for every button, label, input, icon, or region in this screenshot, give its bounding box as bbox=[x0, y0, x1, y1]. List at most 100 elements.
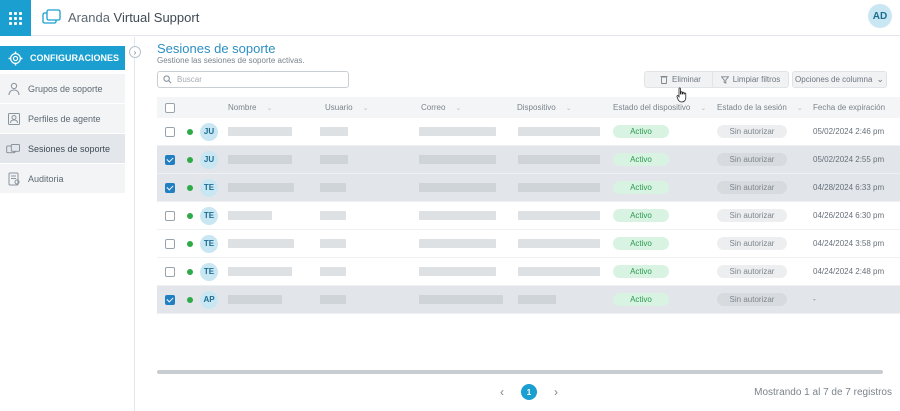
trash-icon bbox=[660, 76, 668, 84]
name-value-redacted bbox=[228, 295, 282, 304]
search-input[interactable] bbox=[177, 75, 337, 84]
table-row[interactable]: JU Activo Sin autorizar 05/02/2024 2:46 … bbox=[157, 118, 900, 146]
previous-page-button[interactable]: ‹ bbox=[497, 385, 507, 399]
row-checkbox[interactable] bbox=[165, 238, 175, 249]
column-header-nombre[interactable]: Nombre ⌄ bbox=[228, 97, 272, 118]
app-launcher-button[interactable] bbox=[0, 0, 31, 36]
gear-icon bbox=[8, 51, 23, 65]
sidebar-collapse-button[interactable]: › bbox=[129, 46, 141, 58]
row-checkbox[interactable] bbox=[165, 294, 175, 305]
audit-icon bbox=[6, 172, 21, 186]
online-status-dot bbox=[187, 128, 193, 135]
column-options-label: Opciones de columna bbox=[795, 75, 873, 84]
device-value-redacted bbox=[518, 295, 556, 304]
sidebar-item-perfiles-de-agente[interactable]: Perfiles de agente bbox=[0, 104, 125, 134]
session-status-badge: Sin autorizar bbox=[717, 293, 787, 306]
user-avatar: TE bbox=[200, 262, 218, 281]
clear-filters-label: Limpiar filtros bbox=[732, 75, 781, 84]
row-checkbox[interactable] bbox=[165, 182, 175, 193]
session-status-badge: Sin autorizar bbox=[717, 181, 787, 194]
sidebar-item-auditoria[interactable]: Auditoria bbox=[0, 164, 125, 194]
records-summary: Mostrando 1 al 7 de 7 registros bbox=[754, 387, 892, 398]
column-header-usuario[interactable]: Usuario ⌄ bbox=[325, 97, 368, 118]
device-value-redacted bbox=[518, 183, 600, 192]
table-row[interactable]: TE Activo Sin autorizar 04/24/2024 2:48 … bbox=[157, 258, 900, 286]
support-sessions-icon bbox=[6, 142, 21, 156]
horizontal-scrollbar[interactable] bbox=[157, 370, 883, 374]
expiration-date: 04/28/2024 6:33 pm bbox=[813, 183, 885, 192]
expiration-date: 05/02/2024 2:55 pm bbox=[813, 155, 885, 164]
table-row[interactable]: TE Activo Sin autorizar 04/28/2024 6:33 … bbox=[157, 174, 900, 202]
device-value-redacted bbox=[518, 267, 600, 276]
session-status-badge: Sin autorizar bbox=[717, 125, 787, 138]
chevron-down-icon: ⌄ bbox=[876, 74, 884, 84]
search-box[interactable] bbox=[157, 71, 349, 88]
session-status-badge: Sin autorizar bbox=[717, 209, 787, 222]
sidebar-section-header[interactable]: CONFIGURACIONES bbox=[0, 46, 125, 70]
delete-button[interactable]: Eliminar bbox=[644, 71, 717, 88]
device-status-badge: Activo bbox=[613, 153, 669, 166]
column-header-estado-dispositivo[interactable]: Estado del dispositivo ⌄ bbox=[613, 97, 706, 118]
next-page-button[interactable]: › bbox=[551, 385, 561, 399]
column-header-estado-sesion[interactable]: Estado de la sesión ⌄ bbox=[717, 97, 803, 118]
username-value-redacted bbox=[320, 267, 346, 276]
page-number-button[interactable]: 1 bbox=[521, 384, 537, 400]
column-options-button[interactable]: Opciones de columna ⌄ bbox=[792, 71, 887, 88]
email-value-redacted bbox=[419, 211, 496, 220]
device-status-badge: Activo bbox=[613, 125, 669, 138]
page-subtitle: Gestione las sesiones de soporte activas… bbox=[157, 56, 305, 65]
app-title: Aranda Virtual Support bbox=[68, 9, 200, 25]
username-value-redacted bbox=[320, 183, 346, 192]
column-header-fecha-expiracion[interactable]: Fecha de expiración bbox=[813, 97, 885, 118]
sort-icon: ⌄ bbox=[266, 104, 273, 112]
sidebar-item-grupos-de-soporte[interactable]: Grupos de soporte bbox=[0, 74, 125, 104]
filter-icon bbox=[720, 75, 729, 84]
clear-filters-button[interactable]: Limpiar filtros bbox=[712, 71, 789, 88]
device-status-badge: Activo bbox=[613, 209, 669, 222]
table-row[interactable]: TE Activo Sin autorizar 04/26/2024 6:30 … bbox=[157, 202, 900, 230]
email-value-redacted bbox=[419, 183, 496, 192]
email-value-redacted bbox=[419, 295, 503, 304]
device-status-badge: Activo bbox=[613, 181, 669, 194]
username-value-redacted bbox=[320, 155, 348, 164]
device-value-redacted bbox=[518, 239, 600, 248]
user-avatar[interactable]: AD bbox=[868, 4, 892, 28]
device-value-redacted bbox=[518, 211, 600, 220]
email-value-redacted bbox=[419, 267, 496, 276]
row-checkbox[interactable] bbox=[165, 210, 175, 221]
table-row[interactable]: JU Activo Sin autorizar 05/02/2024 2:55 … bbox=[157, 146, 900, 174]
device-status-badge: Activo bbox=[613, 293, 669, 306]
user-avatar: TE bbox=[200, 206, 218, 225]
online-status-dot bbox=[187, 156, 193, 163]
session-status-badge: Sin autorizar bbox=[717, 265, 787, 278]
table-header-row: Nombre ⌄ Usuario ⌄ Correo ⌄ Dispositivo ⌄ Es… bbox=[157, 97, 900, 118]
username-value-redacted bbox=[320, 295, 346, 304]
sessions-table: Nombre ⌄ Usuario ⌄ Correo ⌄ Dispositivo ⌄ Es… bbox=[157, 97, 900, 314]
column-header-correo[interactable]: Correo ⌄ bbox=[421, 97, 461, 118]
username-value-redacted bbox=[320, 239, 346, 248]
row-checkbox[interactable] bbox=[165, 126, 175, 137]
device-status-badge: Activo bbox=[613, 265, 669, 278]
row-checkbox[interactable] bbox=[165, 154, 175, 165]
user-avatar: AP bbox=[200, 290, 218, 309]
sidebar-item-label: Perfiles de agente bbox=[28, 113, 101, 124]
sidebar-item-label: Sesiones de soporte bbox=[28, 143, 111, 154]
column-header-dispositivo[interactable]: Dispositivo ⌄ bbox=[517, 97, 572, 118]
name-value-redacted bbox=[228, 155, 292, 164]
table-row[interactable]: AP Activo Sin autorizar - bbox=[157, 286, 900, 314]
support-group-icon bbox=[6, 82, 21, 96]
online-status-dot bbox=[187, 184, 193, 191]
row-checkbox[interactable] bbox=[165, 266, 175, 277]
user-avatar: JU bbox=[200, 150, 218, 169]
session-status-badge: Sin autorizar bbox=[717, 237, 787, 250]
sidebar: CONFIGURACIONES › Grupos de soporte Perf… bbox=[0, 37, 141, 411]
sidebar-item-sesiones-de-soporte[interactable]: Sesiones de soporte bbox=[0, 134, 125, 164]
select-all-checkbox[interactable] bbox=[165, 102, 175, 113]
username-value-redacted bbox=[320, 127, 348, 136]
device-value-redacted bbox=[518, 127, 600, 136]
expiration-date: 04/24/2024 3:58 pm bbox=[813, 239, 885, 248]
sort-icon: ⌄ bbox=[362, 104, 369, 112]
table-row[interactable]: TE Activo Sin autorizar 04/24/2024 3:58 … bbox=[157, 230, 900, 258]
page-title: Sesiones de soporte bbox=[157, 41, 276, 56]
agent-profile-icon bbox=[6, 112, 21, 126]
